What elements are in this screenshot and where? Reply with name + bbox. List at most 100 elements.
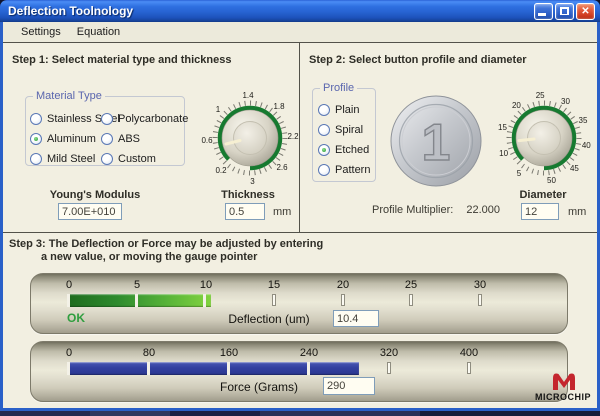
radio-aluminum[interactable]: Aluminum	[30, 132, 96, 146]
knob-face	[234, 122, 267, 155]
radio-polycarbonate[interactable]: Polycarbonate	[101, 112, 188, 126]
close-icon: ✕	[581, 6, 589, 17]
deflection-gauge: 0 5 10 15 20 25 30	[30, 273, 568, 334]
radio-custom[interactable]: Custom	[101, 152, 156, 166]
knob-tick-label: 2.2	[287, 132, 299, 141]
radio-circle[interactable]	[30, 113, 42, 125]
radio-circle[interactable]	[318, 124, 330, 136]
bar-notch	[67, 294, 70, 307]
step1-heading: Step 1: Select material type and thickne…	[12, 54, 231, 66]
knob-tick-label: 25	[536, 91, 545, 100]
radio-circle[interactable]	[101, 133, 113, 145]
gauge-tick	[467, 362, 471, 374]
step3-heading-line1: Step 3: The Deflection or Force may be a…	[9, 238, 323, 250]
diameter-knob[interactable]: 5 10 15 20 25 30 35 40 45 50	[494, 88, 594, 188]
gauge-tick	[341, 294, 345, 306]
knob-tick-label: 1	[216, 105, 221, 114]
profile-legend: Profile	[320, 82, 357, 94]
maximize-button[interactable]	[555, 3, 574, 20]
material-type-groupbox: Material Type Stainless Steel Aluminum M…	[25, 96, 185, 166]
menu-settings[interactable]: Settings	[13, 24, 69, 40]
deflection-bar[interactable]	[67, 294, 211, 307]
profile-multiplier-label: Profile Multiplier:	[372, 204, 453, 216]
thickness-knob[interactable]: 0.2 0.6 1 1.4 1.8 2.2 2.6 3	[200, 88, 300, 188]
gauge-tick-label: 80	[131, 347, 167, 359]
screen: Deflection Toolnology ✕ Settings Equatio…	[0, 0, 600, 416]
knob-tick-label: 0.6	[201, 136, 213, 145]
knob-tick-label: 2.6	[276, 163, 288, 172]
radio-pattern[interactable]: Pattern	[318, 163, 370, 177]
bar-notch	[147, 362, 150, 375]
radio-circle[interactable]	[101, 113, 113, 125]
radio-circle[interactable]	[101, 153, 113, 165]
gauge-tick-label: 10	[188, 279, 224, 291]
radio-circle[interactable]	[30, 153, 42, 165]
knob-tick-label: 50	[547, 176, 556, 185]
diameter-label: Diameter	[498, 189, 588, 201]
force-input[interactable]	[323, 377, 375, 395]
radio-circle[interactable]	[318, 164, 330, 176]
window-title: Deflection Toolnology	[8, 4, 532, 18]
maximize-icon	[560, 7, 569, 15]
radio-label: Custom	[118, 153, 156, 165]
radio-etched[interactable]: Etched	[318, 143, 369, 157]
minimize-icon	[538, 13, 546, 16]
step2-heading: Step 2: Select button profile and diamet…	[309, 54, 527, 66]
knob-pointer[interactable]	[519, 139, 534, 141]
window-body: Settings Equation Step 1: Select materia…	[0, 22, 600, 411]
bar-notch	[227, 362, 230, 375]
youngs-modulus-input[interactable]	[58, 203, 122, 220]
radio-abs[interactable]: ABS	[101, 132, 140, 146]
knob-tick-label: 5	[517, 169, 522, 178]
radio-spiral[interactable]: Spiral	[318, 123, 363, 137]
radio-label: Aluminum	[47, 133, 96, 145]
force-gauge: 0 80 160 240 320 400	[30, 341, 568, 402]
profile-multiplier-value: 22.000	[466, 204, 500, 216]
radio-circle-selected[interactable]	[30, 133, 42, 145]
radio-circle[interactable]	[318, 104, 330, 116]
thickness-unit: mm	[273, 206, 291, 218]
knob-tick-label: 40	[582, 141, 591, 150]
menu-bar: Settings Equation	[3, 22, 597, 42]
gauge-tick-label: 25	[393, 279, 429, 291]
app-window: Deflection Toolnology ✕ Settings Equatio…	[0, 0, 600, 411]
step3-heading-line2: a new value, or moving the gauge pointer	[41, 251, 257, 263]
material-type-legend: Material Type	[33, 90, 105, 102]
radio-label: Polycarbonate	[118, 113, 188, 125]
gauge-tick	[409, 294, 413, 306]
gauge-tick-label: 15	[256, 279, 292, 291]
gauge-tick-label: 0	[51, 347, 87, 359]
menu-equation[interactable]: Equation	[69, 24, 128, 40]
bar-notch	[307, 362, 310, 375]
knob-tick-label: 1.8	[273, 102, 285, 111]
step1-panel: Step 1: Select material type and thickne…	[3, 42, 300, 232]
gauge-tick-label: 0	[51, 279, 87, 291]
knob-tick-label: 20	[512, 101, 521, 110]
title-bar[interactable]: Deflection Toolnology ✕	[0, 0, 600, 22]
gauge-tick-label: 400	[451, 347, 487, 359]
close-button[interactable]: ✕	[576, 3, 595, 20]
microchip-wordmark: MICROCHIP	[523, 392, 600, 402]
gauge-tick	[478, 294, 482, 306]
thickness-input[interactable]	[225, 203, 265, 220]
gauge-tick-label: 240	[291, 347, 327, 359]
coin-number: 1	[422, 114, 451, 172]
gauge-tick-label: 5	[119, 279, 155, 291]
radio-label: Mild Steel	[47, 153, 95, 165]
radio-mild-steel[interactable]: Mild Steel	[30, 152, 95, 166]
deflection-gauge-label: Deflection (um)	[189, 312, 349, 326]
deflection-input[interactable]	[333, 310, 379, 327]
knob-tick-label: 30	[561, 97, 570, 106]
diameter-input[interactable]	[521, 203, 559, 220]
knob-tick-label: 35	[579, 116, 588, 125]
force-bar[interactable]	[67, 362, 359, 375]
force-gauge-label: Force (Grams)	[179, 380, 339, 394]
client-area: Settings Equation Step 1: Select materia…	[3, 22, 597, 408]
radio-circle-selected[interactable]	[318, 144, 330, 156]
profile-multiplier-row: Profile Multiplier: 22.000	[372, 204, 500, 216]
minimize-button[interactable]	[534, 3, 553, 20]
bar-notch	[203, 294, 206, 307]
radio-label: Pattern	[335, 164, 370, 176]
deflection-status: OK	[67, 311, 85, 325]
radio-plain[interactable]: Plain	[318, 103, 359, 117]
